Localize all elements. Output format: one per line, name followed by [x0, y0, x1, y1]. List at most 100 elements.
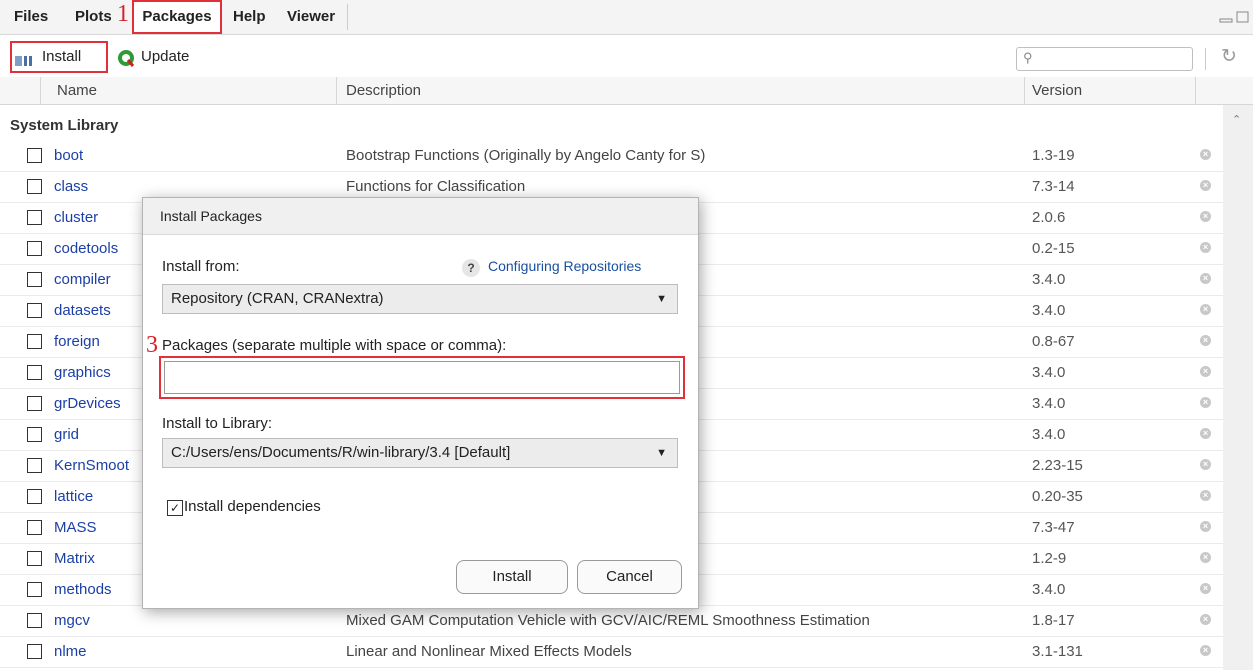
package-checkbox[interactable]	[27, 396, 42, 411]
install-from-value: Repository (CRAN, CRANextra)	[171, 290, 384, 307]
package-checkbox[interactable]	[27, 520, 42, 535]
maximize-icon[interactable]	[1236, 10, 1250, 23]
install-dependencies-checkbox[interactable]: ✓	[167, 500, 183, 516]
remove-package-icon[interactable]: ×	[1200, 180, 1211, 191]
install-button-label: Install	[42, 48, 82, 65]
remove-package-icon[interactable]: ×	[1200, 335, 1211, 346]
package-name-link[interactable]: methods	[54, 574, 112, 605]
install-dependencies-label[interactable]: Install dependencies	[184, 498, 321, 515]
minimize-icon[interactable]	[1219, 10, 1233, 23]
package-name-link[interactable]: grid	[54, 419, 79, 450]
table-row: mgcv Mixed GAM Computation Vehicle with G…	[0, 605, 1223, 637]
tab-packages[interactable]: Packages	[132, 0, 222, 34]
table-row: nlme Linear and Nonlinear Mixed Effects M…	[0, 636, 1223, 668]
package-checkbox[interactable]	[27, 613, 42, 628]
package-version: 3.1-131	[1032, 643, 1083, 660]
section-title: System Library	[10, 117, 119, 134]
remove-package-icon[interactable]: ×	[1200, 304, 1211, 315]
remove-package-icon[interactable]: ×	[1200, 459, 1211, 470]
install-button[interactable]: Install	[10, 41, 108, 73]
package-name-link[interactable]: codetools	[54, 233, 118, 264]
package-checkbox[interactable]	[27, 272, 42, 287]
package-version: 0.2-15	[1032, 240, 1075, 257]
package-version: 0.8-67	[1032, 333, 1075, 350]
package-description: Linear and Nonlinear Mixed Effects Model…	[346, 643, 632, 660]
remove-package-icon[interactable]: ×	[1200, 490, 1211, 501]
package-name-link[interactable]: boot	[54, 140, 83, 171]
scrollbar[interactable]: ⌃	[1223, 105, 1253, 670]
update-icon	[116, 48, 136, 78]
package-name-link[interactable]: lattice	[54, 481, 93, 512]
package-checkbox[interactable]	[27, 489, 42, 504]
package-checkbox[interactable]	[27, 148, 42, 163]
install-from-select[interactable]: Repository (CRAN, CRANextra) ▼	[162, 284, 678, 314]
package-name-link[interactable]: cluster	[54, 202, 98, 233]
remove-package-icon[interactable]: ×	[1200, 242, 1211, 253]
column-divider	[1195, 77, 1196, 104]
remove-package-icon[interactable]: ×	[1200, 397, 1211, 408]
remove-package-icon[interactable]: ×	[1200, 552, 1211, 563]
help-icon[interactable]: ?	[462, 259, 480, 277]
package-table-header: Name Description Version	[0, 77, 1253, 105]
package-checkbox[interactable]	[27, 303, 42, 318]
package-version: 3.4.0	[1032, 364, 1066, 381]
package-checkbox[interactable]	[27, 427, 42, 442]
remove-package-icon[interactable]: ×	[1200, 428, 1211, 439]
package-name-link[interactable]: KernSmoot	[54, 450, 129, 481]
tab-files[interactable]: Files	[14, 0, 48, 34]
package-name-link[interactable]: datasets	[54, 295, 111, 326]
package-version: 1.8-17	[1032, 612, 1075, 629]
dropdown-arrow-icon: ▼	[656, 447, 667, 459]
package-name-link[interactable]: foreign	[54, 326, 100, 357]
package-name-link[interactable]: grDevices	[54, 388, 121, 419]
package-name-link[interactable]: class	[54, 171, 88, 202]
remove-package-icon[interactable]: ×	[1200, 149, 1211, 160]
package-name-link[interactable]: MASS	[54, 512, 97, 543]
package-name-link[interactable]: Matrix	[54, 543, 95, 574]
package-name-link[interactable]: nlme	[54, 636, 87, 667]
column-header-name[interactable]: Name	[57, 77, 97, 104]
remove-package-icon[interactable]: ×	[1200, 211, 1211, 222]
package-description: Mixed GAM Computation Vehicle with GCV/A…	[346, 612, 870, 629]
refresh-icon[interactable]: ↻	[1221, 45, 1237, 68]
dialog-install-button[interactable]: Install	[456, 560, 568, 594]
dialog-titlebar: Install Packages	[143, 198, 698, 235]
remove-package-icon[interactable]: ×	[1200, 366, 1211, 377]
remove-package-icon[interactable]: ×	[1200, 645, 1211, 656]
remove-package-icon[interactable]: ×	[1200, 521, 1211, 532]
tab-viewer[interactable]: Viewer	[287, 0, 335, 34]
package-checkbox[interactable]	[27, 334, 42, 349]
package-version: 1.2-9	[1032, 550, 1067, 567]
column-header-version[interactable]: Version	[1032, 77, 1082, 104]
package-checkbox[interactable]	[27, 179, 42, 194]
tab-plots[interactable]: Plots	[75, 0, 112, 34]
package-name-link[interactable]: graphics	[54, 357, 111, 388]
install-package-icon	[15, 50, 37, 78]
column-header-description[interactable]: Description	[346, 77, 421, 104]
dropdown-arrow-icon: ▼	[656, 293, 667, 305]
package-checkbox[interactable]	[27, 582, 42, 597]
package-checkbox[interactable]	[27, 210, 42, 225]
package-checkbox[interactable]	[27, 458, 42, 473]
package-name-link[interactable]: compiler	[54, 264, 111, 295]
package-checkbox[interactable]	[27, 644, 42, 659]
configuring-repositories-link[interactable]: Configuring Repositories	[488, 258, 641, 274]
dialog-cancel-button[interactable]: Cancel	[577, 560, 682, 594]
install-to-library-value: C:/Users/ens/Documents/R/win-library/3.4…	[171, 444, 511, 461]
remove-package-icon[interactable]: ×	[1200, 614, 1211, 625]
scroll-up-icon[interactable]: ⌃	[1232, 113, 1241, 126]
tab-help[interactable]: Help	[233, 0, 266, 34]
update-button[interactable]: Update	[114, 43, 214, 71]
remove-package-icon[interactable]: ×	[1200, 583, 1211, 594]
package-search-input[interactable]: ⚲	[1016, 47, 1193, 71]
packages-input[interactable]	[159, 356, 685, 399]
package-checkbox[interactable]	[27, 365, 42, 380]
remove-package-icon[interactable]: ×	[1200, 273, 1211, 284]
package-checkbox[interactable]	[27, 551, 42, 566]
package-version: 2.0.6	[1032, 209, 1066, 226]
column-divider	[1024, 77, 1025, 104]
package-checkbox[interactable]	[27, 241, 42, 256]
package-name-link[interactable]: mgcv	[54, 605, 90, 636]
install-to-library-select[interactable]: C:/Users/ens/Documents/R/win-library/3.4…	[162, 438, 678, 468]
install-from-label: Install from:	[162, 258, 240, 275]
